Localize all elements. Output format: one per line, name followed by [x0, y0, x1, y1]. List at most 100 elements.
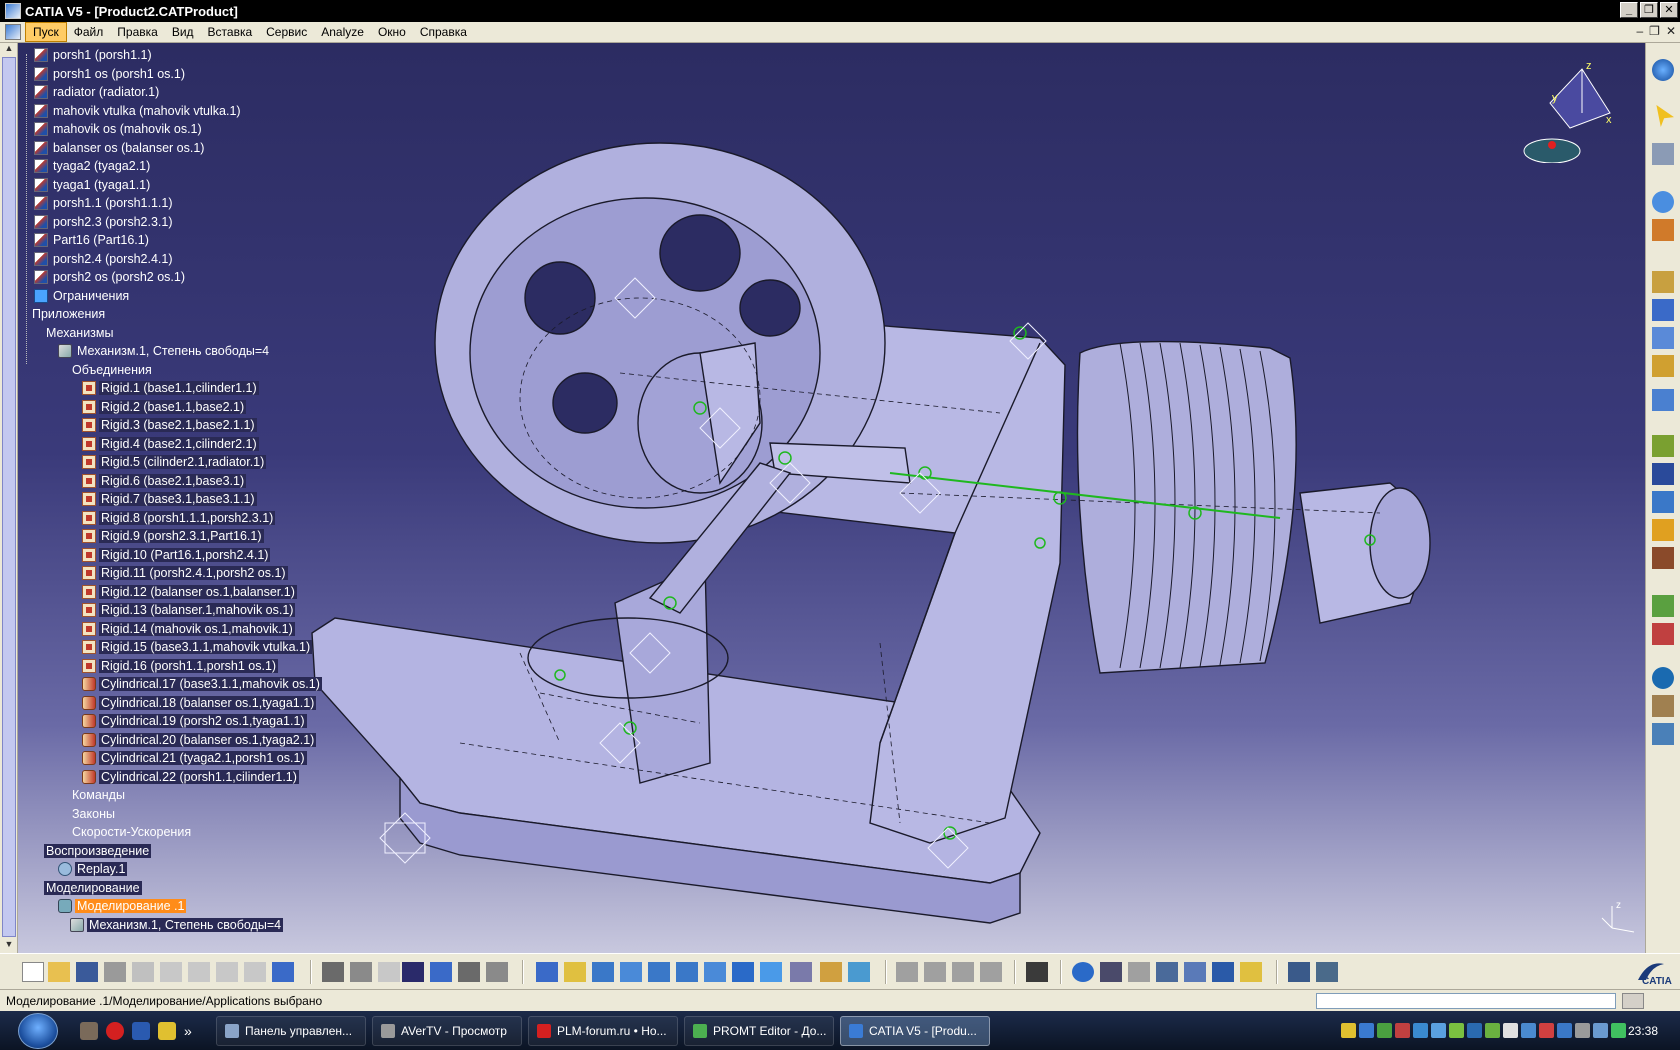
tree-node-part[interactable]: tyaga2 (tyaga2.1): [22, 157, 442, 176]
paste-icon[interactable]: [188, 962, 210, 982]
tree-node-joint[interactable]: Cylindrical.21 (tyaga2.1,porsh1 os.1): [22, 749, 442, 768]
tree-node-part[interactable]: porsh1 (porsh1.1): [22, 46, 442, 65]
tree-node-joint[interactable]: Rigid.7 (base3.1,base3.1.1): [22, 490, 442, 509]
tray-app-icon[interactable]: [1485, 1023, 1500, 1038]
tree-node-joint[interactable]: Rigid.11 (porsh2.4.1,porsh2 os.1): [22, 564, 442, 583]
tree-node-constraints[interactable]: Ограничения: [22, 287, 442, 306]
search-icon[interactable]: [1359, 1023, 1374, 1038]
tree-node-joint[interactable]: Rigid.1 (base1.1,cilinder1.1): [22, 379, 442, 398]
fly-mode-icon[interactable]: [536, 962, 558, 982]
doc-restore-button[interactable]: ❐: [1649, 24, 1660, 38]
tree-node-part[interactable]: porsh1.1 (porsh1.1.1): [22, 194, 442, 213]
tray-app-icon[interactable]: [1467, 1023, 1482, 1038]
save-icon[interactable]: [76, 962, 98, 982]
menu-help[interactable]: Справка: [413, 23, 474, 41]
tree-node-joint[interactable]: Rigid.8 (porsh1.1.1,porsh2.3.1): [22, 509, 442, 528]
cylindrical-joint-icon[interactable]: [1652, 327, 1674, 349]
tree-node-laws[interactable]: Законы: [22, 805, 442, 824]
tree-node-joint[interactable]: Rigid.4 (base2.1,cilinder2.1): [22, 435, 442, 454]
replay-icon[interactable]: [1652, 519, 1674, 541]
formula-icon[interactable]: [322, 962, 344, 982]
tree-node-joint[interactable]: Rigid.14 (mahovik os.1,mahovik.1): [22, 620, 442, 639]
fit-all-icon[interactable]: [1652, 143, 1674, 165]
rotate-view-icon[interactable]: [620, 962, 642, 982]
manipulate-icon[interactable]: [924, 962, 946, 982]
tree-node-part[interactable]: porsh2.3 (porsh2.3.1): [22, 213, 442, 232]
joint-icon[interactable]: [1652, 219, 1674, 241]
analysis-icon[interactable]: [1652, 723, 1674, 745]
menu-edit[interactable]: Правка: [110, 23, 165, 41]
tree-node-joint[interactable]: Cylindrical.17 (base3.1.1,mahovik os.1): [22, 675, 442, 694]
tree-node-joint[interactable]: Rigid.15 (base3.1.1,mahovik vtulka.1): [22, 638, 442, 657]
rotate-icon[interactable]: [1652, 191, 1674, 213]
command-input[interactable]: [1316, 993, 1616, 1009]
tree-node-simulation-mechanism[interactable]: Механизм.1, Степень свободы=4: [22, 916, 442, 935]
media-player-icon[interactable]: [158, 1021, 176, 1040]
save-icon[interactable]: [132, 1021, 150, 1040]
measure-icon[interactable]: [1288, 962, 1310, 982]
tree-scrollbar[interactable]: ▲ ▼: [0, 43, 18, 953]
clock[interactable]: 23:38: [1628, 1024, 1658, 1038]
select-arrow-icon[interactable]: [1656, 105, 1674, 127]
table-icon[interactable]: [402, 962, 424, 982]
menu-file[interactable]: Файл: [67, 23, 111, 41]
knowledge-icon[interactable]: [350, 962, 372, 982]
taskbar-task[interactable]: AVerTV - Просмотр: [372, 1015, 522, 1046]
opera-icon[interactable]: [106, 1021, 124, 1040]
tray-app-icon[interactable]: [1611, 1023, 1626, 1038]
cut-icon[interactable]: [132, 962, 154, 982]
tree-node-part[interactable]: tyaga1 (tyaga1.1): [22, 176, 442, 195]
gear-joint-icon[interactable]: [1652, 355, 1674, 377]
menu-tools[interactable]: Сервис: [259, 23, 314, 41]
tree-node-part[interactable]: balanser os (balanser os.1): [22, 139, 442, 158]
measure-item-icon[interactable]: [1316, 962, 1338, 982]
pattern-icon[interactable]: [486, 962, 508, 982]
redo-icon[interactable]: [244, 962, 266, 982]
tray-app-icon[interactable]: [1593, 1023, 1608, 1038]
tree-node-joint[interactable]: Cylindrical.22 (porsh1.1,cilinder1.1): [22, 768, 442, 787]
magnifier-icon[interactable]: [1156, 962, 1178, 982]
taskbar-task[interactable]: PLM-forum.ru • Но...: [528, 1015, 678, 1046]
multi-view-icon[interactable]: [732, 962, 754, 982]
anchor-icon[interactable]: [1652, 299, 1674, 321]
explode-icon[interactable]: [952, 962, 974, 982]
tree-node-part[interactable]: porsh2.4 (porsh2.4.1): [22, 250, 442, 269]
network-icon[interactable]: [1377, 1023, 1392, 1038]
3d-viewport[interactable]: ▲ ▼ porsh1 (porsh1.1) porsh1 os (porsh1 …: [0, 43, 1645, 953]
next-view-icon[interactable]: [1128, 962, 1150, 982]
tree-node-mechanisms[interactable]: Механизмы: [22, 324, 442, 343]
quick-launch-icon[interactable]: [80, 1021, 98, 1040]
close-button[interactable]: ✕: [1660, 2, 1678, 18]
simulation-icon[interactable]: [1652, 389, 1674, 411]
zoom-in-icon[interactable]: [648, 962, 670, 982]
snap-icon[interactable]: [896, 962, 918, 982]
tree-node-joint[interactable]: Rigid.3 (base2.1,base2.1.1): [22, 416, 442, 435]
tree-node-part[interactable]: mahovik vtulka (mahovik vtulka.1): [22, 102, 442, 121]
language-icon[interactable]: [1539, 1023, 1554, 1038]
tree-node-part[interactable]: radiator (radiator.1): [22, 83, 442, 102]
menu-start[interactable]: Пуск: [25, 22, 67, 42]
tree-node-speeds[interactable]: Скорости-Ускорения: [22, 823, 442, 842]
command-button[interactable]: [1622, 993, 1644, 1009]
product-icon[interactable]: [1652, 491, 1674, 513]
scroll-down-arrow-icon[interactable]: ▼: [2, 939, 16, 951]
zoom-out-icon[interactable]: [676, 962, 698, 982]
ground-icon[interactable]: [1240, 962, 1262, 982]
monitor-icon[interactable]: [1413, 1023, 1428, 1038]
tray-app-icon[interactable]: [1431, 1023, 1446, 1038]
catia-app-icon[interactable]: [5, 3, 21, 19]
camera-icon[interactable]: [1026, 962, 1048, 982]
tree-node-part[interactable]: porsh2 os (porsh2 os.1): [22, 268, 442, 287]
help-icon[interactable]: [272, 962, 294, 982]
tree-node-commands[interactable]: Команды: [22, 786, 442, 805]
more-chevron-icon[interactable]: »: [184, 1022, 202, 1040]
menu-insert[interactable]: Вставка: [201, 23, 260, 41]
taskbar-task[interactable]: Панель управлен...: [216, 1015, 366, 1046]
start-button[interactable]: [18, 1012, 58, 1049]
tree-node-joint[interactable]: Cylindrical.20 (balanser os.1,tyaga2.1): [22, 731, 442, 750]
tree-node-joint[interactable]: Rigid.16 (porsh1.1,porsh1 os.1): [22, 657, 442, 676]
scene-icon[interactable]: [430, 962, 452, 982]
clash-icon[interactable]: [1652, 695, 1674, 717]
tree-node-joint[interactable]: Rigid.9 (porsh2.3.1,Part16.1): [22, 527, 442, 546]
document-icon[interactable]: [5, 24, 21, 40]
